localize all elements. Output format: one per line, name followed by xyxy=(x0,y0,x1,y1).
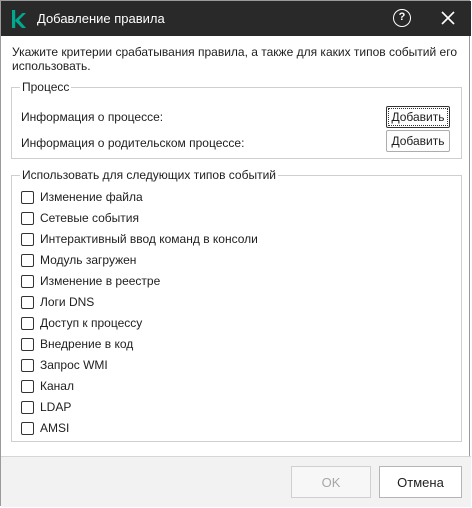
ok-button[interactable]: OK xyxy=(291,466,371,498)
checkbox[interactable] xyxy=(21,275,34,288)
checkbox-label: Изменение в реестре xyxy=(40,274,161,288)
event-types-group: Использовать для следующих типов событий… xyxy=(11,168,462,442)
checkbox[interactable] xyxy=(21,380,34,393)
help-icon[interactable]: ? xyxy=(393,9,411,27)
checkbox-label: LDAP xyxy=(40,400,72,414)
cancel-button[interactable]: Отмена xyxy=(379,466,462,498)
checkbox-label: Канал xyxy=(40,379,74,393)
checkbox-label: Запрос WMI xyxy=(40,358,108,372)
dialog-footer: OK Отмена xyxy=(1,456,471,507)
checkbox[interactable] xyxy=(21,191,34,204)
close-icon[interactable] xyxy=(441,11,455,25)
add-process-info-button[interactable]: Добавить xyxy=(386,106,450,128)
process-group: Процесс Информация о процессе: Добавить … xyxy=(11,80,462,159)
process-info-label: Информация о процессе: xyxy=(21,110,164,124)
dialog-description: Укажите критерии срабатывания правила, а… xyxy=(12,45,457,73)
checkbox-label: AMSI xyxy=(40,421,70,435)
checkbox[interactable] xyxy=(21,338,34,351)
checkbox[interactable] xyxy=(21,233,34,246)
title-bar: Добавление правила ? xyxy=(1,1,471,36)
kaspersky-k-logo xyxy=(12,10,26,28)
checkbox[interactable] xyxy=(21,422,34,435)
checkbox[interactable] xyxy=(21,212,34,225)
add-parent-process-info-button[interactable]: Добавить xyxy=(386,130,450,152)
checkbox-label: Доступ к процессу xyxy=(40,316,143,330)
checkbox[interactable] xyxy=(21,401,34,414)
checkbox[interactable] xyxy=(21,296,34,309)
dialog-title: Добавление правила xyxy=(37,11,165,26)
checkbox-label: Сетевые события xyxy=(40,211,139,225)
checkbox[interactable] xyxy=(21,359,34,372)
checkbox-label: Изменение файла xyxy=(40,190,143,204)
checkbox-label: Модуль загружен xyxy=(40,253,137,267)
checkbox[interactable] xyxy=(21,317,34,330)
add-rule-dialog: Добавление правила ? Укажите критерии ср… xyxy=(0,0,471,507)
checkbox-label: Логи DNS xyxy=(40,295,95,309)
parent-process-info-label: Информация о родительском процессе: xyxy=(21,136,245,150)
checkbox-label: Внедрение в код xyxy=(40,337,134,351)
process-group-legend: Процесс xyxy=(20,80,72,94)
checkbox-label: Интерактивный ввод команд в консоли xyxy=(40,232,258,246)
event-types-group-legend: Использовать для следующих типов событий xyxy=(20,168,279,182)
checkbox[interactable] xyxy=(21,254,34,267)
